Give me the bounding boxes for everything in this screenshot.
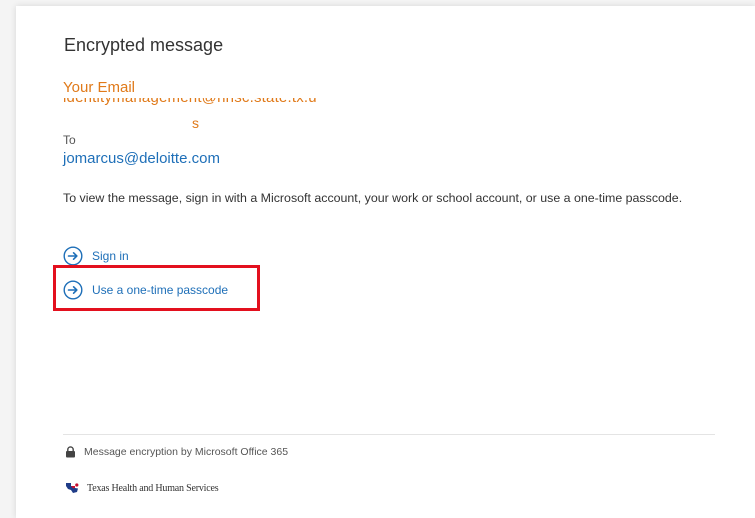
instructions-text: To view the message, sign in with a Micr… (63, 191, 683, 205)
footer-divider (63, 434, 715, 435)
encrypted-message-card: Encrypted message Your Email identityman… (16, 6, 755, 518)
to-label: To (63, 133, 76, 147)
sign-in-link[interactable]: Sign in (63, 246, 129, 266)
from-address-suffix: s (192, 115, 199, 131)
highlight-box (53, 265, 260, 311)
from-address-clipped: identitymanagement@hhsc.state.tx.u (63, 98, 363, 112)
lock-icon (66, 446, 75, 458)
your-email-annotation: Your Email (63, 79, 135, 96)
texas-hhs-logo-icon (66, 483, 79, 493)
organization-branding: Texas Health and Human Services (65, 482, 219, 494)
arrow-circle-icon (63, 246, 83, 266)
encryption-notice: Message encryption by Microsoft Office 3… (65, 446, 288, 458)
encryption-label: Message encryption by Microsoft Office 3… (84, 446, 289, 458)
from-address: identitymanagement@hhsc.state.tx.u (63, 98, 317, 106)
organization-label: Texas Health and Human Services (87, 482, 219, 494)
page-title: Encrypted message (64, 35, 224, 55)
sign-in-label: Sign in (92, 249, 129, 263)
to-address: jomarcus@deloitte.com (63, 150, 220, 167)
